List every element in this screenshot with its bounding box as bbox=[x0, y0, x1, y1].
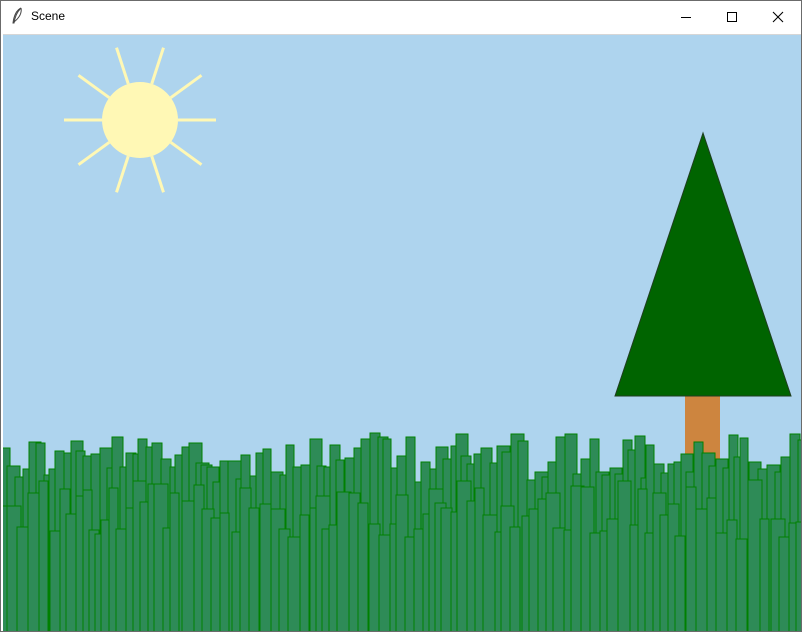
feather-icon bbox=[10, 7, 26, 25]
grass-blade bbox=[759, 518, 770, 631]
app-window: Scene bbox=[0, 0, 802, 632]
maximize-icon bbox=[726, 11, 738, 23]
grass-blade bbox=[795, 521, 801, 631]
grass-blade bbox=[589, 532, 602, 631]
grass-blade bbox=[49, 530, 62, 631]
grass bbox=[3, 432, 801, 631]
title-bar[interactable]: Scene bbox=[1, 1, 801, 32]
grass-blade bbox=[685, 486, 697, 631]
grass-blade bbox=[38, 480, 49, 631]
grass-blade bbox=[219, 512, 230, 631]
grass-blade bbox=[617, 480, 632, 631]
grass-blade bbox=[404, 536, 415, 631]
grass-blade bbox=[169, 492, 180, 631]
grass-blade bbox=[27, 492, 40, 631]
sun-disc bbox=[102, 82, 178, 158]
grass-blade bbox=[368, 523, 381, 631]
grass-blade bbox=[299, 514, 310, 631]
minimize-icon bbox=[680, 11, 692, 23]
grass-blade bbox=[735, 538, 748, 631]
close-icon bbox=[772, 11, 784, 23]
grass-blade bbox=[357, 502, 369, 631]
maximize-button[interactable] bbox=[709, 1, 755, 32]
grass-blade bbox=[259, 503, 272, 631]
grass-blade bbox=[440, 507, 453, 631]
close-button[interactable] bbox=[755, 1, 801, 32]
grass-blade bbox=[509, 526, 521, 631]
grass-blade bbox=[552, 527, 566, 631]
window-title: Scene bbox=[31, 9, 66, 23]
grass-blade bbox=[674, 535, 686, 631]
grass-blade bbox=[706, 497, 717, 631]
grass-blade bbox=[778, 536, 790, 631]
grass-blade bbox=[181, 500, 196, 631]
scene-canvas bbox=[3, 34, 801, 631]
minimize-button[interactable] bbox=[663, 1, 709, 32]
grass-blade bbox=[248, 507, 260, 631]
